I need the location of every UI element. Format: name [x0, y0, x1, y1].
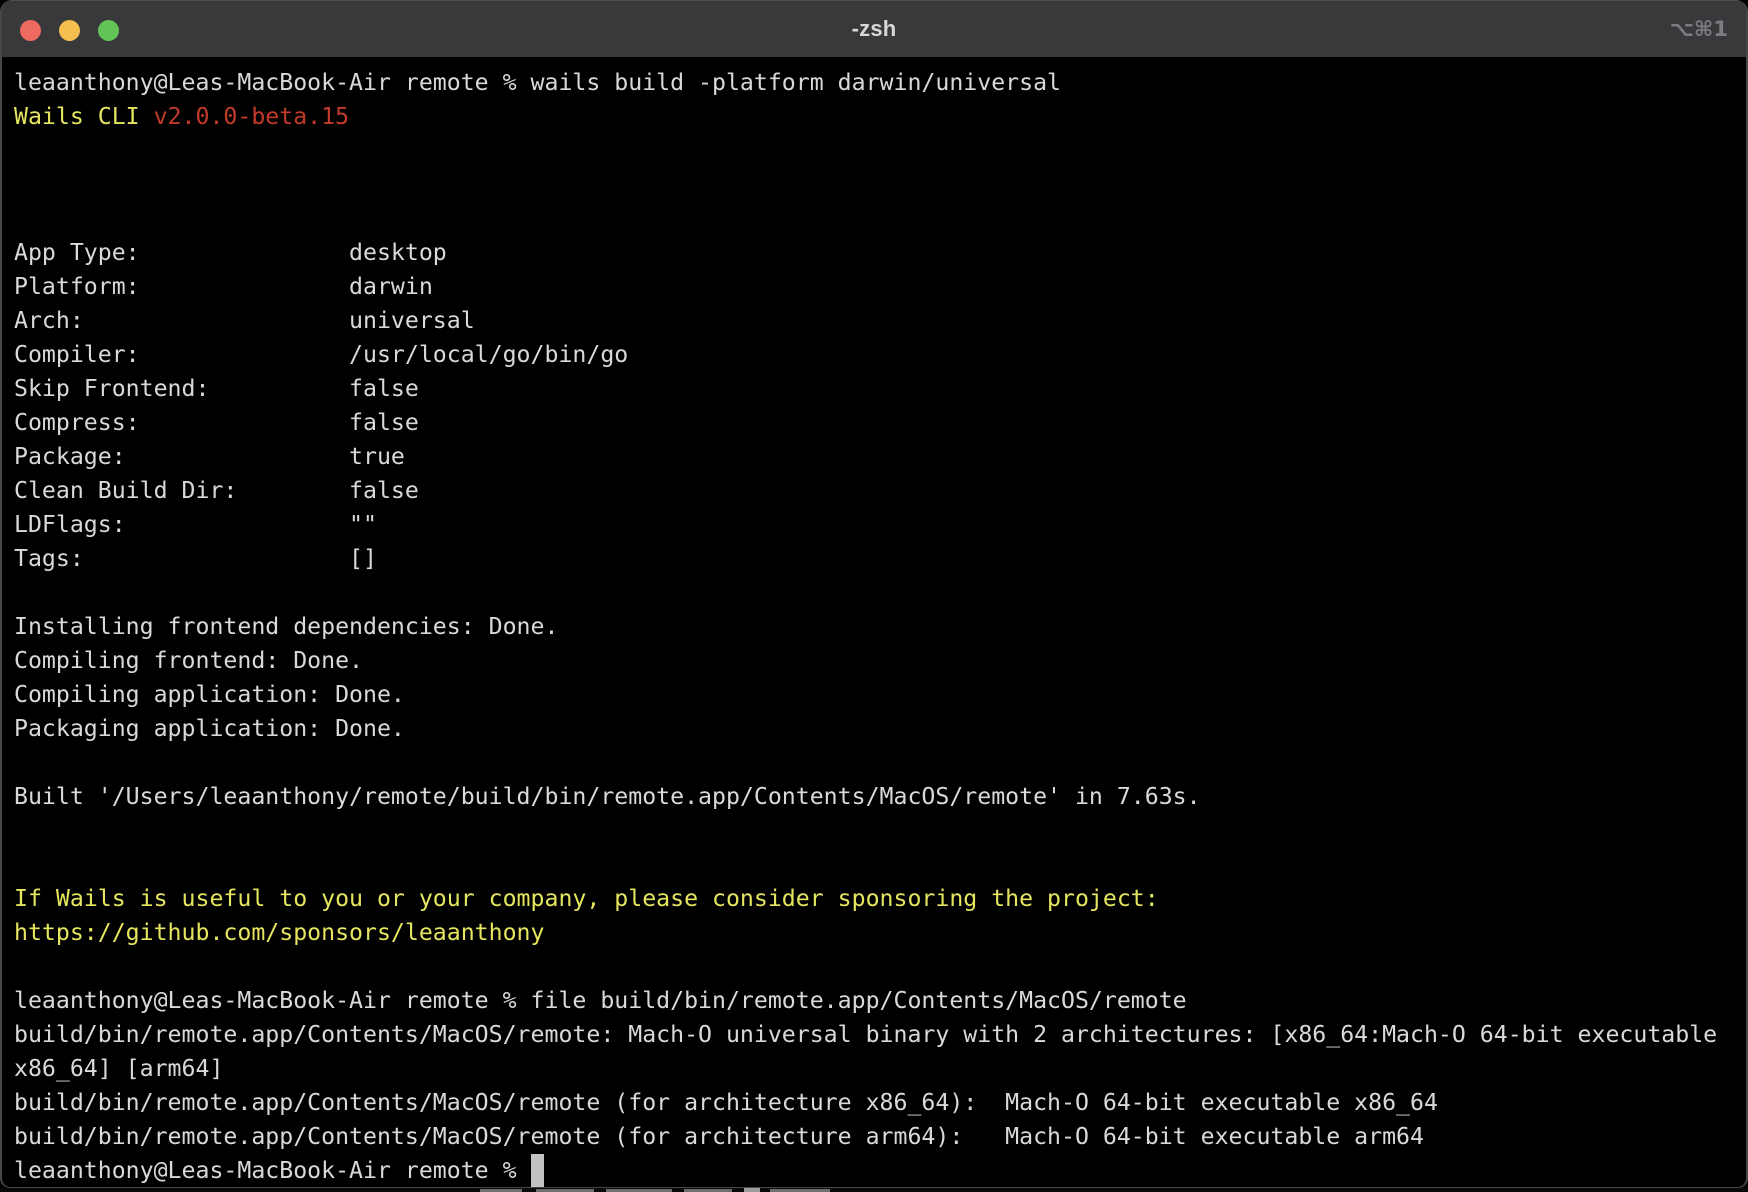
terminal-line: Clean Build Dir: false — [14, 474, 1746, 508]
terminal-line: https://github.com/sponsors/leaanthony — [14, 916, 1746, 950]
terminal-text-segment: Arch: universal — [14, 307, 475, 334]
terminal-line — [14, 168, 1746, 202]
terminal-text-segment: Clean Build Dir: false — [14, 477, 419, 504]
terminal-text-segment: Tags: [] — [14, 545, 377, 572]
terminal-cursor — [531, 1154, 545, 1188]
terminal-line: x86_64] [arm64] — [14, 1052, 1746, 1086]
terminal-line: build/bin/remote.app/Contents/MacOS/remo… — [14, 1086, 1746, 1120]
terminal-line: leaanthony@Leas-MacBook-Air remote % — [14, 1154, 1746, 1188]
terminal-text-segment: https://github.com/sponsors/leaanthony — [14, 919, 544, 946]
desktop-background: -zsh ⌥⌘1 leaanthony@Leas-MacBook-Air rem… — [0, 0, 1748, 1192]
terminal-line: leaanthony@Leas-MacBook-Air remote % wai… — [14, 66, 1746, 100]
terminal-text-segment: Compiling frontend: Done. — [14, 647, 363, 674]
terminal-text-segment: Platform: darwin — [14, 273, 433, 300]
terminal-text-segment: Wails CLI — [14, 103, 154, 130]
terminal-line — [14, 950, 1746, 984]
terminal-line — [14, 814, 1746, 848]
terminal-text-segment: build/bin/remote.app/Contents/MacOS/remo… — [14, 1089, 1438, 1116]
terminal-line — [14, 848, 1746, 882]
terminal-text-segment: Package: true — [14, 443, 405, 470]
terminal-text-segment: App Type: desktop — [14, 239, 447, 266]
terminal-line: build/bin/remote.app/Contents/MacOS/remo… — [14, 1120, 1746, 1154]
terminal-line: Arch: universal — [14, 304, 1746, 338]
terminal-text-segment: v2.0.0-beta.15 — [154, 103, 349, 130]
terminal-text-segment: build/bin/remote.app/Contents/MacOS/remo… — [14, 1021, 1717, 1048]
window-titlebar[interactable]: -zsh ⌥⌘1 — [2, 0, 1746, 57]
terminal-text-segment: If Wails is useful to you or your compan… — [14, 885, 1159, 912]
close-button[interactable] — [20, 20, 41, 41]
terminal-line: Platform: darwin — [14, 270, 1746, 304]
terminal-line: Wails CLI v2.0.0-beta.15 — [14, 100, 1746, 134]
terminal-line: Skip Frontend: false — [14, 372, 1746, 406]
terminal-line: Installing frontend dependencies: Done. — [14, 610, 1746, 644]
terminal-line: LDFlags: "" — [14, 508, 1746, 542]
zoom-button[interactable] — [98, 20, 119, 41]
terminal-text-segment: x86_64] [arm64] — [14, 1055, 223, 1082]
traffic-lights — [20, 20, 119, 41]
terminal-line: If Wails is useful to you or your compan… — [14, 882, 1746, 916]
terminal-line: leaanthony@Leas-MacBook-Air remote % fil… — [14, 984, 1746, 1018]
terminal-line: Compress: false — [14, 406, 1746, 440]
terminal-line: Tags: [] — [14, 542, 1746, 576]
terminal-line — [14, 134, 1746, 168]
background-window-sliver — [0, 1188, 1748, 1192]
terminal-line — [14, 202, 1746, 236]
terminal-text-segment: leaanthony@Leas-MacBook-Air remote % — [14, 1157, 531, 1184]
terminal-line: Built '/Users/leaanthony/remote/build/bi… — [14, 780, 1746, 814]
terminal-text-segment: Installing frontend dependencies: Done. — [14, 613, 558, 640]
terminal-text-segment: Compiling application: Done. — [14, 681, 405, 708]
terminal-text-segment: LDFlags: "" — [14, 511, 377, 538]
terminal-line — [14, 746, 1746, 780]
minimize-button[interactable] — [59, 20, 80, 41]
terminal-line: Compiling frontend: Done. — [14, 644, 1746, 678]
background-fragment — [744, 1188, 760, 1192]
terminal-text-segment: build/bin/remote.app/Contents/MacOS/remo… — [14, 1123, 1424, 1150]
terminal-line: Package: true — [14, 440, 1746, 474]
terminal-line: App Type: desktop — [14, 236, 1746, 270]
terminal-line: build/bin/remote.app/Contents/MacOS/remo… — [14, 1018, 1746, 1052]
terminal-screen[interactable]: leaanthony@Leas-MacBook-Air remote % wai… — [2, 57, 1746, 1188]
terminal-text-segment: Skip Frontend: false — [14, 375, 419, 402]
terminal-text-segment: Compress: false — [14, 409, 419, 436]
terminal-text-segment: Built '/Users/leaanthony/remote/build/bi… — [14, 783, 1201, 810]
window-title: -zsh — [852, 16, 897, 42]
keyboard-shortcut-badge: ⌥⌘1 — [1670, 17, 1728, 41]
terminal-line: Packaging application: Done. — [14, 712, 1746, 746]
terminal-line: Compiler: /usr/local/go/bin/go — [14, 338, 1746, 372]
terminal-line: Compiling application: Done. — [14, 678, 1746, 712]
terminal-line — [14, 576, 1746, 610]
terminal-text-segment: leaanthony@Leas-MacBook-Air remote % fil… — [14, 987, 1187, 1014]
terminal-window: -zsh ⌥⌘1 leaanthony@Leas-MacBook-Air rem… — [0, 0, 1748, 1188]
terminal-text-segment: Packaging application: Done. — [14, 715, 405, 742]
terminal-text-segment: Compiler: /usr/local/go/bin/go — [14, 341, 628, 368]
terminal-text-segment: leaanthony@Leas-MacBook-Air remote % wai… — [14, 69, 1061, 96]
